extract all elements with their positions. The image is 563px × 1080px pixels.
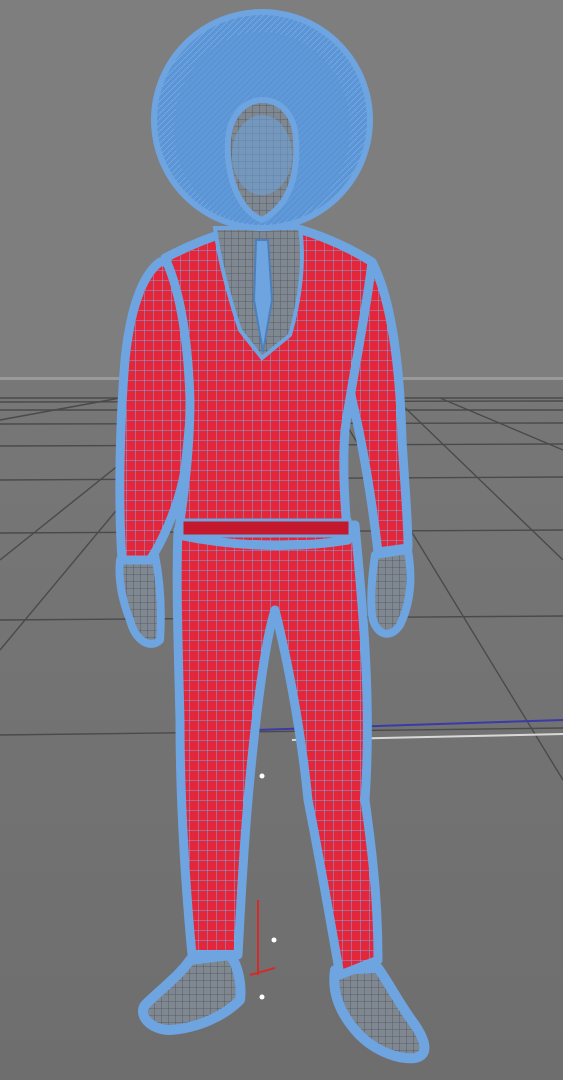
pivot-point[interactable] <box>259 994 265 1000</box>
face-highlight <box>232 115 292 195</box>
belt <box>180 518 352 538</box>
pivot-point[interactable] <box>271 937 277 943</box>
pivot-point[interactable] <box>259 773 265 779</box>
viewport-canvas[interactable] <box>0 0 563 1080</box>
3d-viewport[interactable] <box>0 0 563 1080</box>
right-hand[interactable] <box>367 546 415 638</box>
